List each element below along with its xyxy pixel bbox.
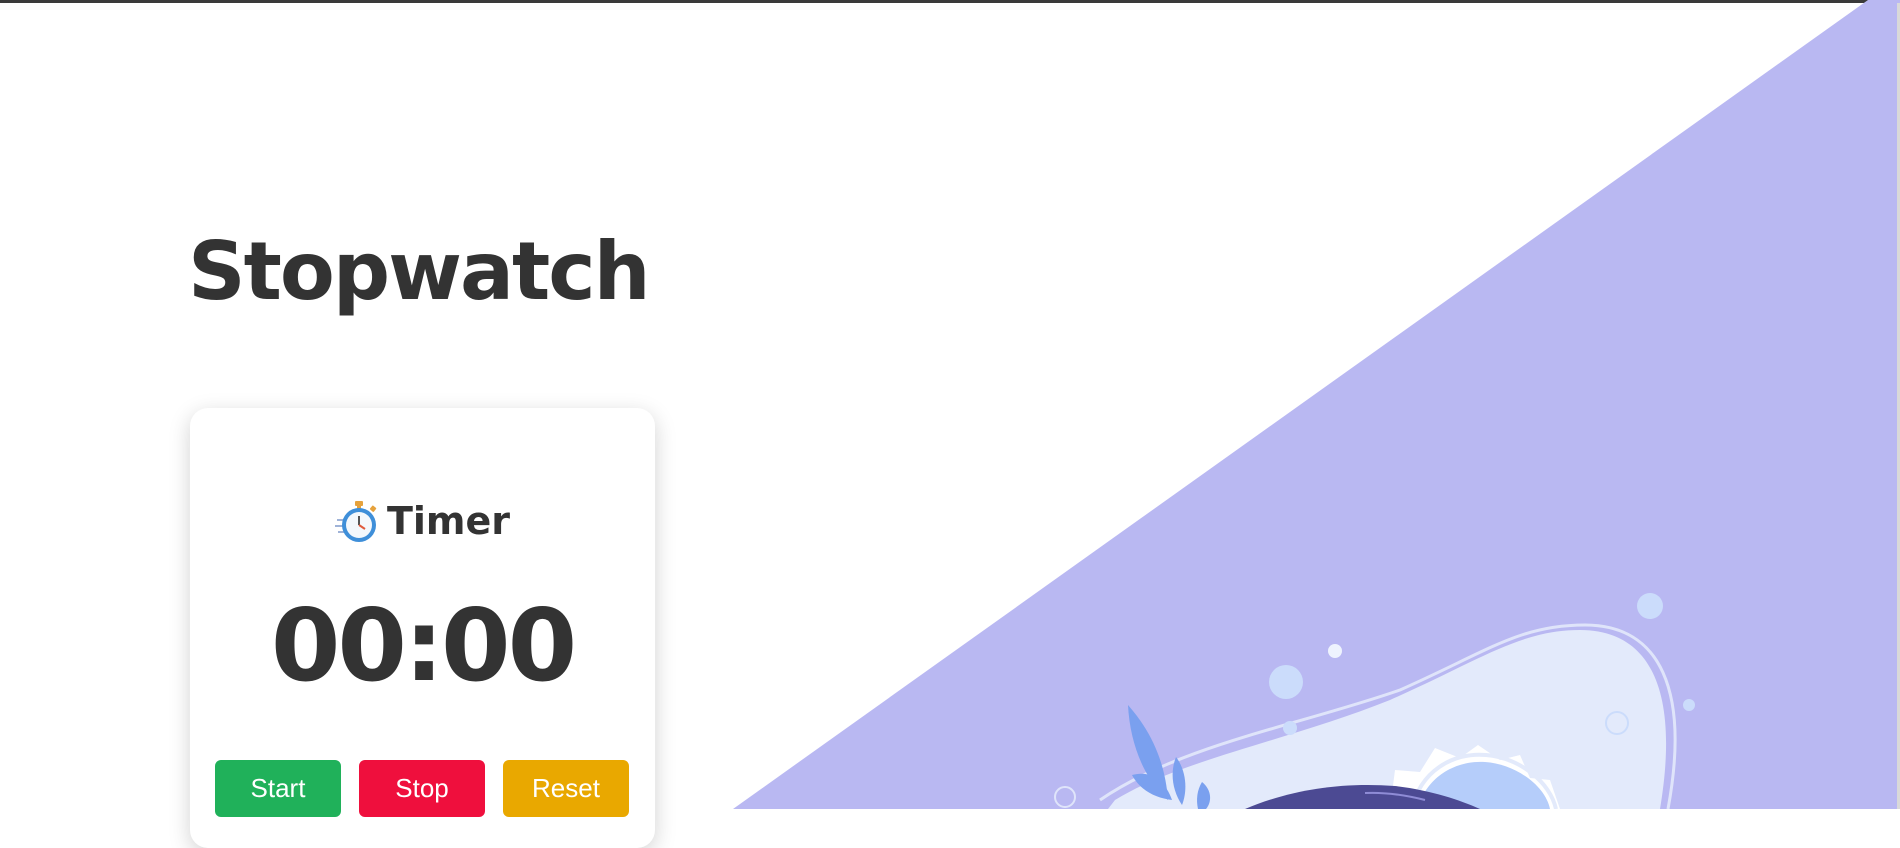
stop-button[interactable]: Stop xyxy=(359,760,485,817)
bubble-shape xyxy=(1328,644,1342,658)
page-title: Stopwatch xyxy=(188,225,651,318)
bubble-shape xyxy=(1683,699,1695,711)
bubble-shape xyxy=(1637,593,1663,619)
start-button[interactable]: Start xyxy=(215,760,341,817)
timer-card: Timer 00:00 Start Stop Reset xyxy=(190,408,655,848)
timer-card-header: Timer xyxy=(190,498,655,544)
stopwatch-icon xyxy=(334,501,377,542)
reset-button[interactable]: Reset xyxy=(503,760,629,817)
time-display: 00:00 xyxy=(270,587,577,704)
purple-triangle-shape xyxy=(733,0,1900,809)
bubble-shape xyxy=(1269,665,1303,699)
bubble-shape xyxy=(1283,721,1297,735)
timer-title: Timer xyxy=(386,499,511,543)
